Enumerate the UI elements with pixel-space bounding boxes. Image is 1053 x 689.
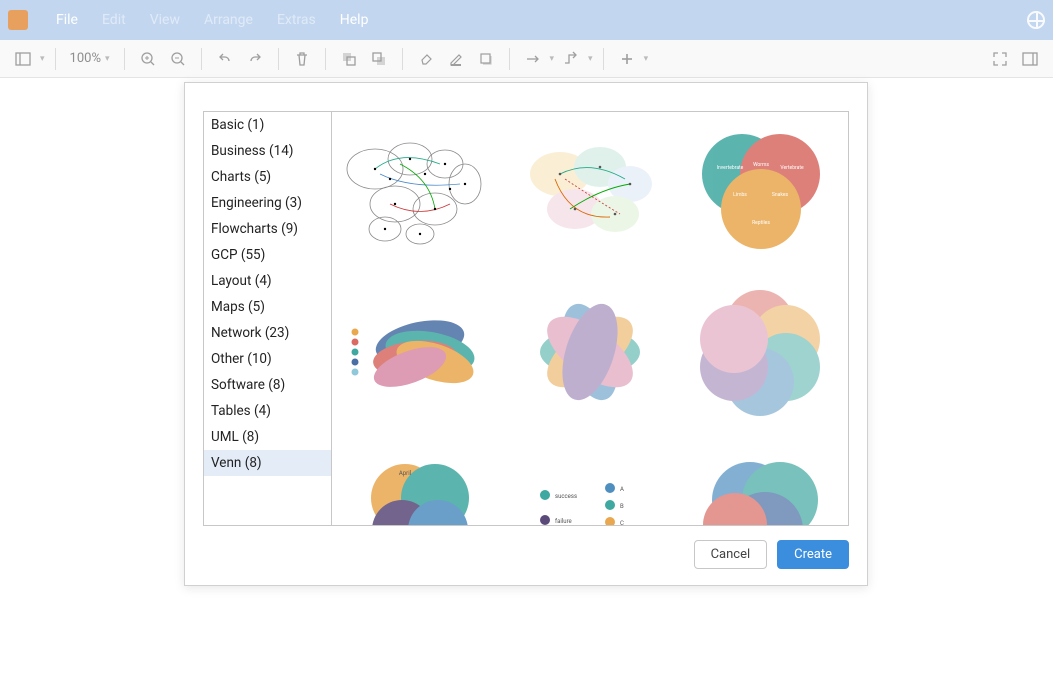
cancel-button[interactable]: Cancel xyxy=(694,540,768,569)
svg-text:success: success xyxy=(555,493,577,500)
create-button[interactable]: Create xyxy=(777,540,849,569)
cat-flowcharts[interactable]: Flowcharts (9) xyxy=(204,216,331,242)
template-thumb[interactable] xyxy=(510,120,670,268)
cat-software[interactable]: Software (8) xyxy=(204,372,331,398)
template-picker: Basic (1) Business (14) Charts (5) Engin… xyxy=(203,111,849,526)
cat-network[interactable]: Network (23) xyxy=(204,320,331,346)
template-thumb[interactable]: success failure A B C xyxy=(510,436,670,525)
modal-overlay: Basic (1) Business (14) Charts (5) Engin… xyxy=(0,0,1053,689)
svg-text:Limbs: Limbs xyxy=(733,192,747,198)
svg-text:failure: failure xyxy=(555,518,572,525)
svg-text:Invertebrate: Invertebrate xyxy=(717,165,744,171)
template-thumb[interactable] xyxy=(340,120,500,268)
svg-text:B: B xyxy=(620,503,624,510)
cat-venn[interactable]: Venn (8) xyxy=(204,450,331,476)
template-thumb[interactable] xyxy=(510,278,670,426)
template-dialog: Basic (1) Business (14) Charts (5) Engin… xyxy=(184,82,868,586)
cat-uml[interactable]: UML (8) xyxy=(204,424,331,450)
svg-text:Vertebrate: Vertebrate xyxy=(780,165,804,171)
category-list: Basic (1) Business (14) Charts (5) Engin… xyxy=(204,112,332,525)
cat-charts[interactable]: Charts (5) xyxy=(204,164,331,190)
cat-maps[interactable]: Maps (5) xyxy=(204,294,331,320)
svg-text:Reptiles: Reptiles xyxy=(752,220,770,226)
dialog-buttons: Cancel Create xyxy=(203,526,849,569)
cat-tables[interactable]: Tables (4) xyxy=(204,398,331,424)
template-thumb[interactable] xyxy=(340,278,500,426)
cat-business[interactable]: Business (14) xyxy=(204,138,331,164)
template-thumbnails[interactable]: Invertebrate Vertebrate Reptiles Worms L… xyxy=(332,112,848,525)
svg-text:Worms: Worms xyxy=(753,162,769,168)
cat-basic[interactable]: Basic (1) xyxy=(204,112,331,138)
cat-engineering[interactable]: Engineering (3) xyxy=(204,190,331,216)
template-thumb[interactable]: Invertebrate Vertebrate Reptiles Worms L… xyxy=(680,120,840,268)
svg-text:A: A xyxy=(620,486,624,493)
svg-text:April: April xyxy=(399,470,411,477)
svg-text:Snakes: Snakes xyxy=(772,192,789,198)
template-thumb[interactable]: April xyxy=(340,436,500,525)
svg-text:C: C xyxy=(620,520,624,525)
cat-layout[interactable]: Layout (4) xyxy=(204,268,331,294)
template-thumb[interactable] xyxy=(680,436,840,525)
cat-other[interactable]: Other (10) xyxy=(204,346,331,372)
cat-gcp[interactable]: GCP (55) xyxy=(204,242,331,268)
template-thumb[interactable] xyxy=(680,278,840,426)
